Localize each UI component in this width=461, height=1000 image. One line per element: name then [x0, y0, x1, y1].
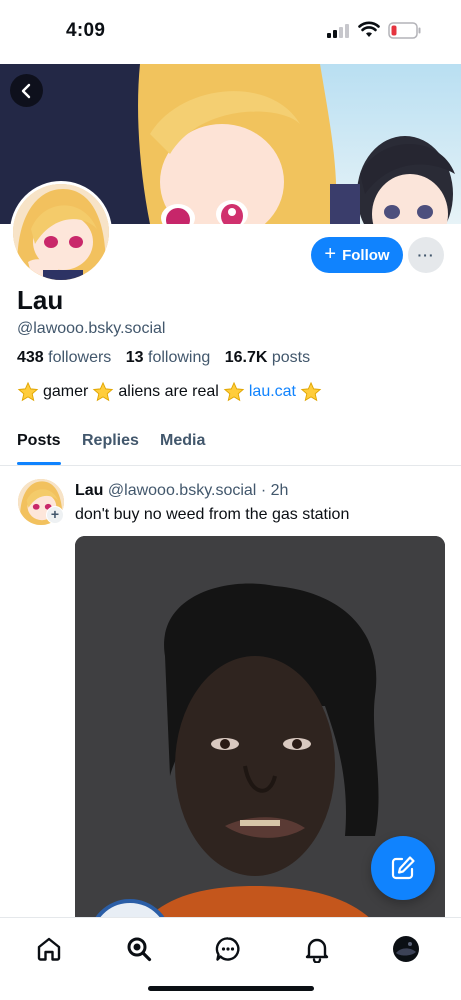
- status-bar: 4:09: [0, 0, 461, 64]
- chevron-left-icon: [21, 83, 30, 98]
- posts-count: 16.7K: [224, 349, 268, 366]
- battery-low-icon: [388, 22, 421, 39]
- star-icon: [93, 381, 114, 402]
- nav-home[interactable]: [32, 932, 66, 966]
- more-icon: ···: [417, 247, 435, 263]
- tab-posts[interactable]: Posts: [17, 432, 61, 450]
- profile-bio: gamer aliens are real lau.cat: [17, 381, 322, 403]
- follow-button[interactable]: + Follow: [311, 237, 403, 273]
- profile-stats: 438 followers 13 following 16.7K posts: [17, 349, 320, 367]
- home-icon: [37, 937, 61, 961]
- status-time: 4:09: [66, 20, 106, 41]
- followers-stat[interactable]: 438 followers: [17, 349, 111, 366]
- bio-text-gamer: gamer: [43, 383, 89, 400]
- star-icon: [17, 381, 39, 402]
- post-text: don't buy no weed from the gas station: [75, 506, 350, 523]
- nav-profile[interactable]: [389, 932, 423, 966]
- compose-button[interactable]: [371, 836, 435, 900]
- tab-media[interactable]: Media: [160, 432, 205, 450]
- signal-icon: [327, 24, 349, 38]
- bio-link[interactable]: lau.cat: [249, 383, 296, 401]
- bell-icon: [305, 938, 329, 963]
- tab-replies[interactable]: Replies: [82, 432, 139, 450]
- more-options-button[interactable]: ···: [408, 237, 444, 273]
- post-time: 2h: [270, 482, 289, 499]
- nav-notifications[interactable]: [300, 932, 334, 966]
- post-author[interactable]: Lau: [75, 482, 103, 499]
- profile-handle: @lawooo.bsky.social: [17, 320, 166, 337]
- post-handle[interactable]: @lawooo.bsky.social: [108, 482, 256, 499]
- profile-avatar-icon: [393, 936, 419, 962]
- nav-chat[interactable]: [211, 932, 245, 966]
- follow-label: Follow: [342, 246, 390, 264]
- active-tab-indicator: [17, 462, 61, 465]
- followers-count: 438: [17, 349, 44, 366]
- profile-avatar[interactable]: [10, 181, 112, 283]
- home-indicator: [148, 986, 314, 991]
- nav-search[interactable]: [122, 932, 156, 966]
- compose-icon: [391, 856, 415, 880]
- plus-icon: +: [324, 243, 337, 265]
- search-icon: [127, 937, 152, 962]
- bio-text-aliens: aliens are real: [118, 383, 219, 400]
- following-label: following: [148, 349, 211, 366]
- posts-stat: 16.7K posts: [225, 349, 310, 366]
- post-header: Lau @lawooo.bsky.social · 2h: [75, 482, 288, 500]
- follow-badge-icon[interactable]: +: [46, 506, 64, 524]
- followers-label: followers: [48, 349, 112, 366]
- wifi-icon: [358, 21, 380, 37]
- profile-display-name: Lau: [17, 285, 64, 315]
- following-count: 13: [125, 349, 144, 366]
- following-stat[interactable]: 13 following: [126, 349, 211, 366]
- profile-tabs: Posts Replies Media: [0, 420, 461, 466]
- back-button[interactable]: [10, 74, 43, 107]
- posts-label: posts: [271, 349, 311, 366]
- post-separator: ·: [260, 482, 267, 499]
- chat-icon: [215, 937, 240, 961]
- star-icon: [223, 381, 245, 402]
- star-icon: [300, 381, 322, 402]
